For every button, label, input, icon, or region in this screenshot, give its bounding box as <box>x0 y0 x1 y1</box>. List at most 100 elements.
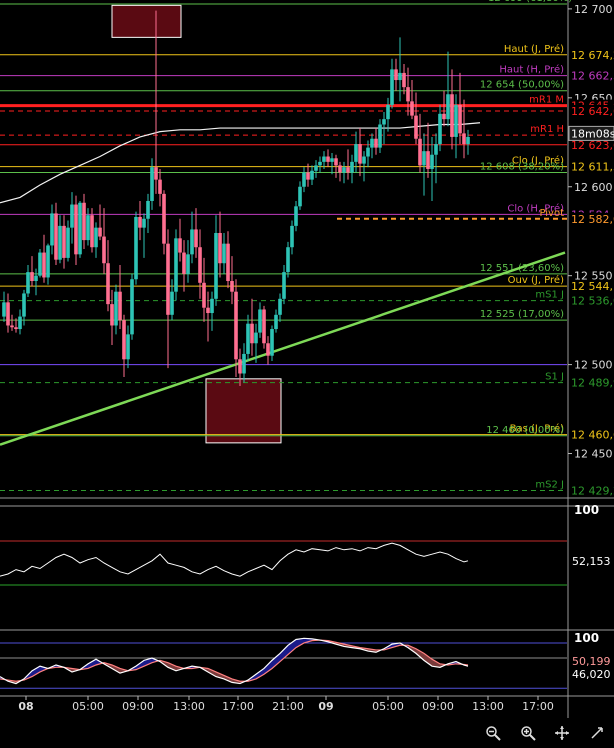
time-tick-label: 09:00 <box>122 700 154 713</box>
candle-body <box>2 302 6 317</box>
price-level-value: 12 582,0 <box>571 213 614 226</box>
candle-body <box>10 325 14 328</box>
candle-body <box>418 138 422 166</box>
time-tick-label: 17:00 <box>222 700 254 713</box>
candle-body <box>394 69 398 81</box>
price-level-value: 12 662,5 <box>571 70 614 83</box>
price-level-name: 12 525 (17,00%) <box>480 309 564 320</box>
candle-body <box>234 291 238 360</box>
zoom-in-icon[interactable] <box>519 724 537 742</box>
candle-body <box>274 314 278 330</box>
candle-body <box>302 172 306 187</box>
candle-body <box>170 291 174 315</box>
candle-body <box>82 202 86 241</box>
candle-body <box>26 272 30 294</box>
time-tick-label: 13:00 <box>173 700 205 713</box>
candle-body <box>142 218 146 228</box>
osc2-fill-band <box>32 666 40 677</box>
candle-body <box>106 263 110 305</box>
candle-body <box>14 327 18 330</box>
candle-body <box>366 147 370 157</box>
candle-body <box>362 156 366 164</box>
candle-body <box>158 179 162 194</box>
candle-body <box>238 359 242 374</box>
price-level-value: 12 611,3 <box>571 161 614 174</box>
price-level-name: mS1 J <box>535 290 564 301</box>
candle-body <box>50 213 54 246</box>
candle-body <box>126 334 130 360</box>
price-level-name: 12 654 (50,00%) <box>480 80 564 91</box>
osc1-top-label: 100 <box>574 503 599 517</box>
osc2-top-label: 100 <box>574 631 599 645</box>
time-tick-label: 09:00 <box>422 700 454 713</box>
osc2-value-label: 46,020 <box>572 668 611 681</box>
candle-body <box>18 316 22 330</box>
top-partial-level-label: 12 699 (61,80%) <box>488 0 572 4</box>
candle-body <box>242 353 246 374</box>
candle-body <box>342 167 346 173</box>
candle-body <box>42 252 46 278</box>
candle-body <box>290 225 294 248</box>
price-level-name: Haut (J, Pré) <box>504 43 564 55</box>
candle-body <box>298 186 302 207</box>
candle-body <box>310 170 314 180</box>
candle-body <box>270 329 274 356</box>
candle-body <box>378 124 382 148</box>
candle-body <box>282 272 286 299</box>
price-tick-label: 12 450 <box>574 448 613 461</box>
time-tick-label: 05:00 <box>72 700 104 713</box>
candle-body <box>358 144 362 164</box>
candle-body <box>294 206 298 226</box>
price-level-name: Haut (H, Pré) <box>499 64 564 76</box>
candle-body <box>442 113 446 120</box>
price-tick-label: 12 700 <box>574 3 613 16</box>
candle-body <box>330 158 334 162</box>
candle-body <box>30 272 34 282</box>
price-level-value: 12 429,2 <box>571 485 614 498</box>
candle-body <box>346 167 350 173</box>
price-level-name: Pivot <box>539 208 564 219</box>
candle-body <box>146 200 150 219</box>
price-level-name: mS2 J <box>535 480 564 491</box>
trading-chart[interactable]: 12 70012 65012 60012 55012 50012 45012 6… <box>0 0 614 748</box>
candle-body <box>430 154 434 169</box>
osc2-fill-band <box>280 645 288 662</box>
osc1-value-label: 52,153 <box>572 555 611 568</box>
zoom-out-icon[interactable] <box>484 724 502 742</box>
candle-body <box>66 227 70 258</box>
candle-body <box>62 225 66 258</box>
candle-body <box>210 298 214 314</box>
scroll-icon[interactable] <box>588 724 606 742</box>
price-level-value: 12 544,1 <box>571 280 614 293</box>
price-tick-label: 12 500 <box>574 359 613 372</box>
candle-body <box>130 279 134 335</box>
candle-body <box>190 229 194 255</box>
candle-body <box>206 307 210 314</box>
candle-body <box>154 167 158 180</box>
candle-body <box>334 158 338 166</box>
candle-body <box>102 236 106 264</box>
candle-body <box>402 72 406 88</box>
candle-body <box>326 156 330 162</box>
candle-body <box>122 320 126 360</box>
candle-body <box>286 247 290 273</box>
range-box <box>205 378 282 444</box>
candle-body <box>446 94 450 120</box>
candle-body <box>406 87 410 102</box>
candle-body <box>458 104 462 134</box>
candle-body <box>218 232 222 264</box>
candle-body <box>214 232 218 299</box>
candle-body <box>90 215 94 248</box>
crosshair-icon[interactable] <box>553 724 571 742</box>
candle-body <box>434 144 438 155</box>
candle-body <box>46 245 50 278</box>
candle-body <box>110 304 114 326</box>
candle-body <box>74 204 78 255</box>
candle-body <box>354 144 358 162</box>
candle-body <box>98 227 102 237</box>
candle-body <box>350 161 354 173</box>
osc2-fill-band <box>272 653 280 669</box>
candle-body <box>86 215 90 241</box>
candle-body <box>54 213 58 260</box>
candle-body <box>198 247 202 283</box>
